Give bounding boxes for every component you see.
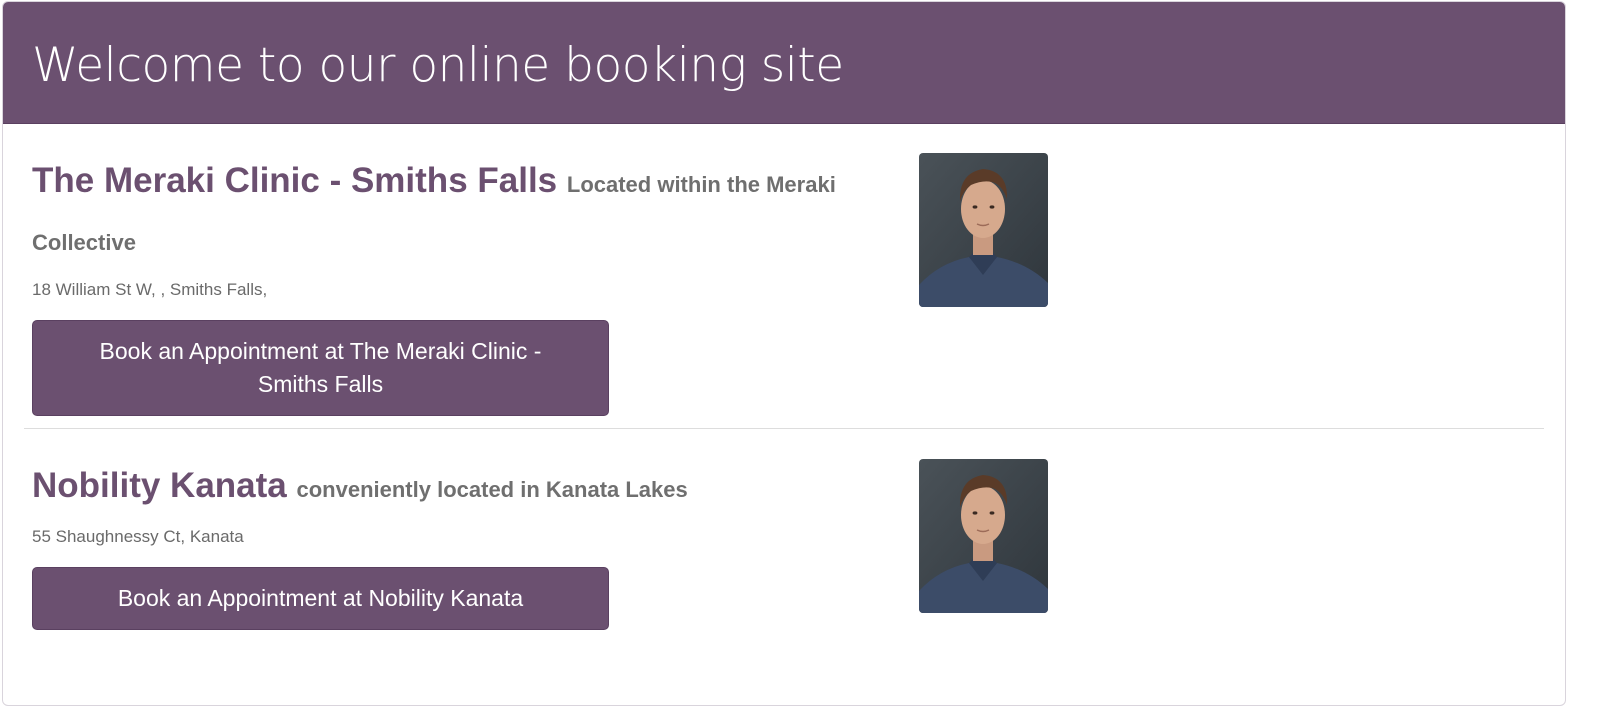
location-subtitle: conveniently located in Kanata Lakes [296,477,688,502]
location-card-meraki: The Meraki Clinic - Smiths Falls Located… [3,124,1565,429]
location-heading: Nobility Kanata conveniently located in … [32,459,892,517]
practitioner-photo [919,459,1048,613]
practitioner-photo-icon [919,459,1048,613]
page-header: Welcome to our online booking site [3,2,1565,124]
book-appointment-meraki-button[interactable]: Book an Appointment at The Meraki Clinic… [32,320,609,416]
location-heading: The Meraki Clinic - Smiths Falls Located… [32,154,892,270]
location-info: Nobility Kanata conveniently located in … [32,459,892,630]
location-address: 18 William St W, , Smiths Falls, [32,280,268,299]
location-name: The Meraki Clinic - Smiths Falls [32,161,558,200]
booking-panel: Welcome to our online booking site The M… [2,1,1566,706]
location-card-nobility: Nobility Kanata conveniently located in … [3,429,1565,699]
location-name: Nobility Kanata [32,466,287,505]
location-address: 55 Shaughnessy Ct, Kanata [32,527,244,546]
practitioner-photo-icon [919,153,1048,307]
page-title: Welcome to our online booking site [32,38,844,93]
practitioner-photo [919,153,1048,307]
book-appointment-nobility-button[interactable]: Book an Appointment at Nobility Kanata [32,567,609,630]
location-info: The Meraki Clinic - Smiths Falls Located… [32,154,892,416]
